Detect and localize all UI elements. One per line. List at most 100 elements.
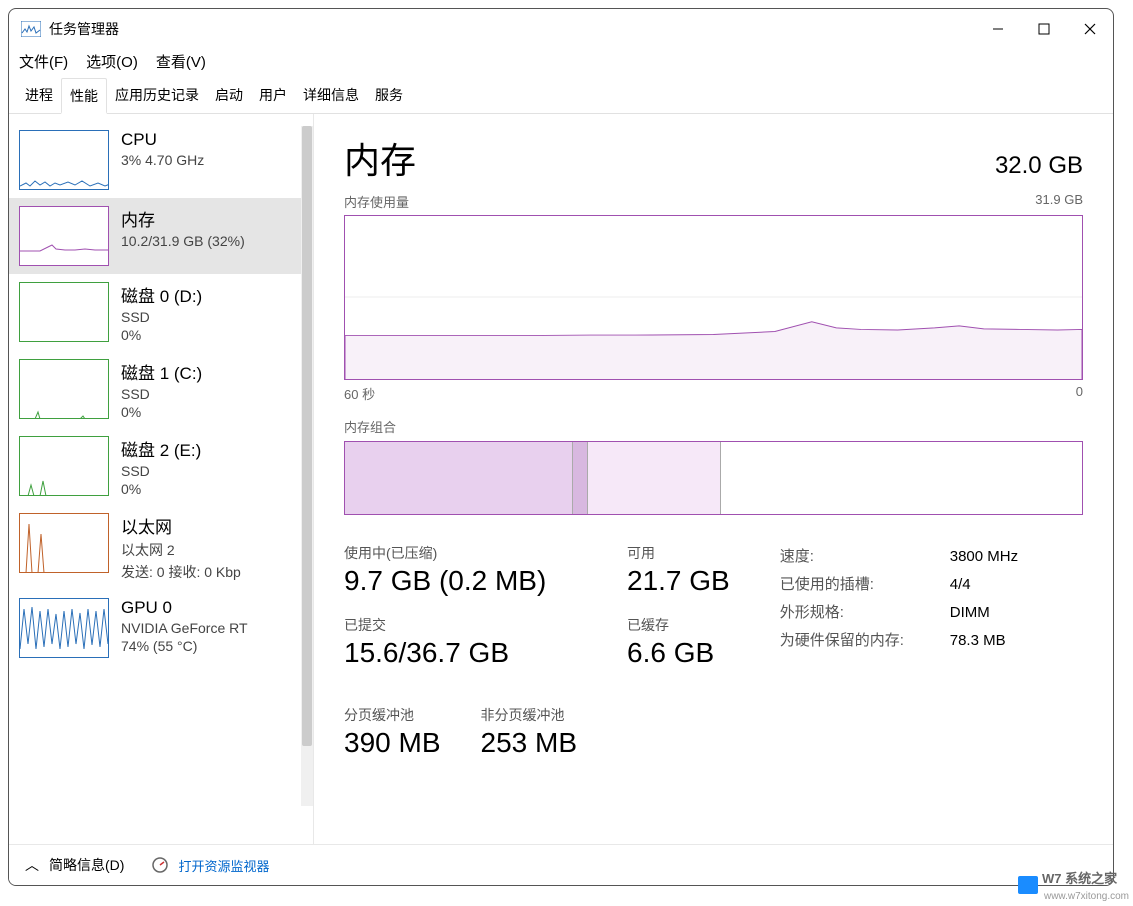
main-panel: 内存 32.0 GB 内存使用量 31.9 GB 60 秒 0 内存组合: [314, 114, 1113, 844]
window-title: 任务管理器: [49, 19, 975, 39]
content-area: CPU 3% 4.70 GHz 内存 10.2/31.9 GB (32%): [9, 114, 1113, 844]
memory-thumb-chart: [19, 206, 109, 266]
tabs: 进程 性能 应用历史记录 启动 用户 详细信息 服务: [9, 78, 1113, 114]
chart-label: 内存使用量: [344, 192, 409, 211]
available-value: 21.7 GB: [627, 565, 730, 597]
slots-val: 4/4: [950, 571, 971, 599]
gpu-sub1: NVIDIA GeForce RT: [121, 620, 248, 636]
comp-seg-free: [721, 442, 1082, 514]
menu-options[interactable]: 选项(O): [86, 51, 138, 72]
comp-seg-in-use: [345, 442, 573, 514]
gpu-thumb-chart: [19, 598, 109, 658]
watermark-logo-icon: [1018, 876, 1038, 894]
comp-seg-modified: [573, 442, 588, 514]
cached-value: 6.6 GB: [627, 637, 730, 669]
tab-startup[interactable]: 启动: [207, 78, 251, 113]
page-title: 内存: [344, 132, 416, 184]
ethernet-title: 以太网: [121, 513, 241, 538]
committed-value: 15.6/36.7 GB: [344, 637, 577, 669]
disk0-sub2: 0%: [121, 327, 202, 343]
disk2-title: 磁盘 2 (E:): [121, 436, 201, 461]
memory-title: 内存: [121, 206, 245, 231]
memory-capacity: 32.0 GB: [995, 152, 1083, 180]
tab-performance[interactable]: 性能: [61, 78, 107, 114]
menubar: 文件(F) 选项(O) 查看(V): [9, 49, 1113, 78]
x-axis-right: 0: [1076, 384, 1083, 403]
footer: ︿ 简略信息(D) 打开资源监视器: [9, 844, 1113, 885]
x-axis-left: 60 秒: [344, 384, 375, 403]
reserved-key: 为硬件保留的内存:: [780, 627, 950, 655]
disk1-thumb-chart: [19, 359, 109, 419]
sidebar-item-disk1[interactable]: 磁盘 1 (C:) SSD 0%: [9, 351, 301, 428]
maximize-button[interactable]: [1021, 9, 1067, 49]
watermark: W7 系统之家 www.w7xitong.com: [1018, 868, 1129, 902]
tab-processes[interactable]: 进程: [17, 78, 61, 113]
cpu-thumb-chart: [19, 130, 109, 190]
form-key: 外形规格:: [780, 599, 950, 627]
paged-label: 分页缓冲池: [344, 705, 441, 725]
chevron-up-icon[interactable]: ︿: [25, 855, 39, 875]
committed-label: 已提交: [344, 615, 577, 635]
in-use-value: 9.7 GB (0.2 MB): [344, 565, 577, 597]
memory-sub: 10.2/31.9 GB (32%): [121, 233, 245, 249]
ethernet-sub2: 发送: 0 接收: 0 Kbp: [121, 562, 241, 582]
reserved-val: 78.3 MB: [950, 627, 1006, 655]
menu-file[interactable]: 文件(F): [19, 51, 68, 72]
cpu-title: CPU: [121, 130, 204, 150]
tab-details[interactable]: 详细信息: [295, 78, 367, 113]
chart-max: 31.9 GB: [1035, 192, 1083, 211]
sidebar-item-disk0[interactable]: 磁盘 0 (D:) SSD 0%: [9, 274, 301, 351]
ethernet-sub1: 以太网 2: [121, 540, 241, 560]
sidebar-scrollbar-thumb[interactable]: [302, 126, 312, 746]
disk2-sub1: SSD: [121, 463, 201, 479]
sidebar: CPU 3% 4.70 GHz 内存 10.2/31.9 GB (32%): [9, 114, 314, 844]
disk1-title: 磁盘 1 (C:): [121, 359, 202, 384]
nonpaged-value: 253 MB: [481, 727, 578, 759]
sidebar-item-memory[interactable]: 内存 10.2/31.9 GB (32%): [9, 198, 301, 274]
disk1-sub2: 0%: [121, 404, 202, 420]
watermark-url: www.w7xitong.com: [1044, 891, 1129, 902]
composition-label: 内存组合: [344, 417, 1083, 436]
memory-composition-bar[interactable]: [344, 441, 1083, 515]
disk0-thumb-chart: [19, 282, 109, 342]
gpu-sub2: 74% (55 °C): [121, 638, 248, 654]
watermark-brand: W7 系统之家: [1042, 871, 1117, 886]
sidebar-scrollbar[interactable]: [301, 126, 313, 806]
gpu-title: GPU 0: [121, 598, 248, 618]
available-label: 可用: [627, 543, 730, 563]
sidebar-item-ethernet[interactable]: 以太网 以太网 2 发送: 0 接收: 0 Kbp: [9, 505, 301, 590]
tab-app-history[interactable]: 应用历史记录: [107, 78, 207, 113]
paged-value: 390 MB: [344, 727, 441, 759]
nonpaged-label: 非分页缓冲池: [481, 705, 578, 725]
resource-monitor-icon: [152, 857, 168, 873]
tab-services[interactable]: 服务: [367, 78, 411, 113]
app-icon: [21, 21, 41, 37]
slots-key: 已使用的插槽:: [780, 571, 950, 599]
window-controls: [975, 9, 1113, 49]
minimize-button[interactable]: [975, 9, 1021, 49]
sidebar-item-cpu[interactable]: CPU 3% 4.70 GHz: [9, 122, 301, 198]
open-resource-monitor-link[interactable]: 打开资源监视器: [178, 856, 269, 875]
ethernet-thumb-chart: [19, 513, 109, 573]
disk2-sub2: 0%: [121, 481, 201, 497]
in-use-label: 使用中(已压缩): [344, 543, 577, 563]
speed-val: 3800 MHz: [950, 543, 1018, 571]
menu-view[interactable]: 查看(V): [156, 51, 206, 72]
stats-area: 使用中(已压缩) 9.7 GB (0.2 MB) 已提交 15.6/36.7 G…: [344, 543, 1083, 759]
comp-seg-standby: [588, 442, 721, 514]
close-button[interactable]: [1067, 9, 1113, 49]
form-val: DIMM: [950, 599, 990, 627]
disk1-sub1: SSD: [121, 386, 202, 402]
task-manager-window: 任务管理器 文件(F) 选项(O) 查看(V) 进程 性能 应用历史记录 启动 …: [8, 8, 1114, 886]
tab-users[interactable]: 用户: [251, 78, 295, 113]
titlebar: 任务管理器: [9, 9, 1113, 49]
sidebar-item-gpu[interactable]: GPU 0 NVIDIA GeForce RT 74% (55 °C): [9, 590, 301, 666]
sidebar-item-disk2[interactable]: 磁盘 2 (E:) SSD 0%: [9, 428, 301, 505]
disk0-sub1: SSD: [121, 309, 202, 325]
speed-key: 速度:: [780, 543, 950, 571]
cpu-sub: 3% 4.70 GHz: [121, 152, 204, 168]
brief-info-link[interactable]: 简略信息(D): [49, 855, 124, 875]
spec-table: 速度:3800 MHz 已使用的插槽:4/4 外形规格:DIMM 为硬件保留的内…: [780, 543, 1018, 759]
cached-label: 已缓存: [627, 615, 730, 635]
memory-usage-chart[interactable]: [344, 215, 1083, 380]
